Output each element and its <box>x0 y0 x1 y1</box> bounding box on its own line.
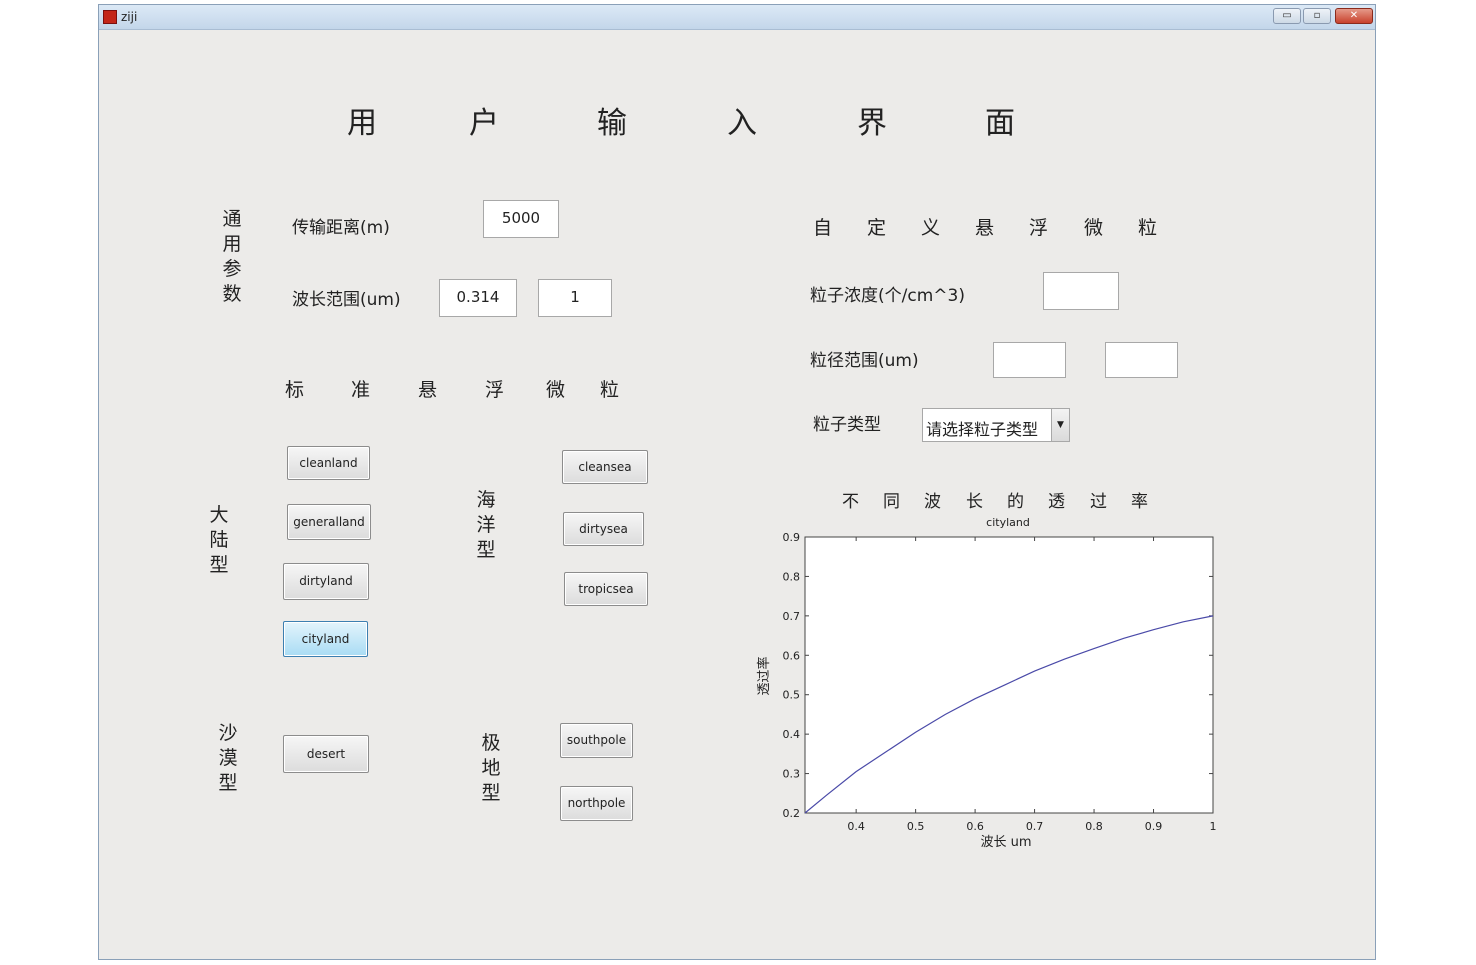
x-tick-label: 0.4 <box>847 820 865 833</box>
y-tick-label: 0.7 <box>783 610 801 623</box>
x-tick-label: 0.9 <box>1145 820 1163 833</box>
x-tick-label: 1 <box>1210 820 1217 833</box>
x-axis-label: 波长 um <box>980 835 1031 850</box>
chart-title: cityland <box>986 516 1030 529</box>
plot-area <box>804 536 1214 814</box>
x-tick-label: 0.6 <box>966 820 984 833</box>
x-tick-label: 0.7 <box>1026 820 1044 833</box>
y-tick-label: 0.8 <box>783 570 801 583</box>
y-tick-label: 0.5 <box>783 689 801 702</box>
y-axis-label: 透过率 <box>756 656 772 695</box>
x-tick-label: 0.5 <box>907 820 925 833</box>
transmittance-chart: cityland 0.4 0.5 0.6 0.7 0.8 0.9 1 0.9 0.8 0.7 0.6… <box>756 516 1217 850</box>
y-tick-label: 0.3 <box>783 768 801 781</box>
y-tick-label: 0.2 <box>783 807 801 820</box>
x-tick-label: 0.8 <box>1085 820 1103 833</box>
y-tick-label: 0.6 <box>783 649 801 662</box>
y-tick-label: 0.4 <box>783 728 801 741</box>
y-tick-label: 0.9 <box>783 531 801 544</box>
